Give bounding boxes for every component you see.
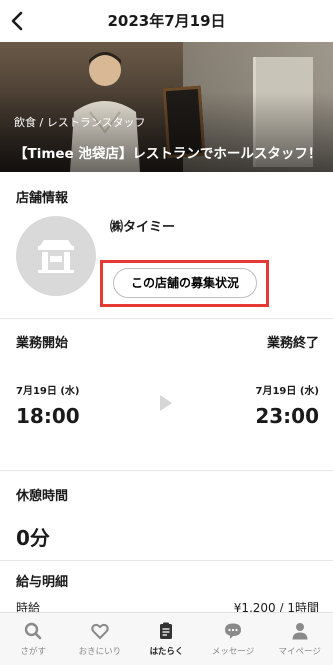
chat-icon — [225, 623, 242, 639]
heart-icon — [91, 623, 109, 640]
person-icon — [292, 623, 308, 640]
page-title: 2023年7月19日 — [107, 12, 226, 30]
store-name: ㈱タイミー — [110, 220, 176, 235]
tab-label: はたらく — [149, 647, 184, 657]
tab-messages[interactable]: メッセージ — [200, 613, 267, 665]
break-value: 0分 — [16, 526, 50, 550]
tab-favorites[interactable]: おきにいり — [67, 613, 134, 665]
store-section-title: 店舗情報 — [16, 191, 69, 206]
work-end-label: 業務終了 — [266, 336, 319, 351]
tab-mypage[interactable]: マイページ — [266, 613, 333, 665]
work-start-label: 業務開始 — [16, 336, 69, 351]
job-title: 【Timee 池袋店】レストランでホールスタッフ！ — [14, 146, 322, 162]
tab-work[interactable]: はたらく — [133, 613, 200, 665]
tab-label: おきにいり — [78, 647, 122, 657]
tab-label: マイページ — [278, 647, 321, 657]
tab-label: さがす — [20, 647, 47, 657]
work-start-time: 18:00 — [16, 404, 80, 428]
highlight-box — [100, 260, 269, 307]
tab-label: メッセージ — [211, 647, 255, 657]
pay-label: 給与明細 — [16, 575, 69, 590]
header-bar: 2023年7月19日 — [0, 0, 333, 42]
search-icon — [25, 622, 42, 640]
break-label: 休憩時間 — [16, 489, 69, 504]
tab-search[interactable]: さがす — [0, 613, 67, 665]
divider — [0, 560, 333, 561]
work-end-time: 23:00 — [255, 404, 319, 428]
store-icon — [38, 240, 74, 273]
job-hero-image: 飲食 / レストランスタッフ 【Timee 池袋店】レストランでホールスタッフ！ — [0, 42, 333, 172]
clipboard-icon — [160, 622, 173, 639]
play-arrow-icon — [160, 395, 172, 411]
work-end-date: 7月19日 (水) — [255, 386, 320, 397]
store-avatar — [16, 216, 96, 296]
job-category: 飲食 / レストランスタッフ — [14, 116, 146, 129]
divider — [0, 470, 333, 471]
divider — [0, 318, 333, 319]
bottom-tab-bar: さがす おきにいり はたらく メッセージ マイページ — [0, 612, 333, 665]
work-start-date: 7月19日 (水) — [16, 386, 80, 397]
